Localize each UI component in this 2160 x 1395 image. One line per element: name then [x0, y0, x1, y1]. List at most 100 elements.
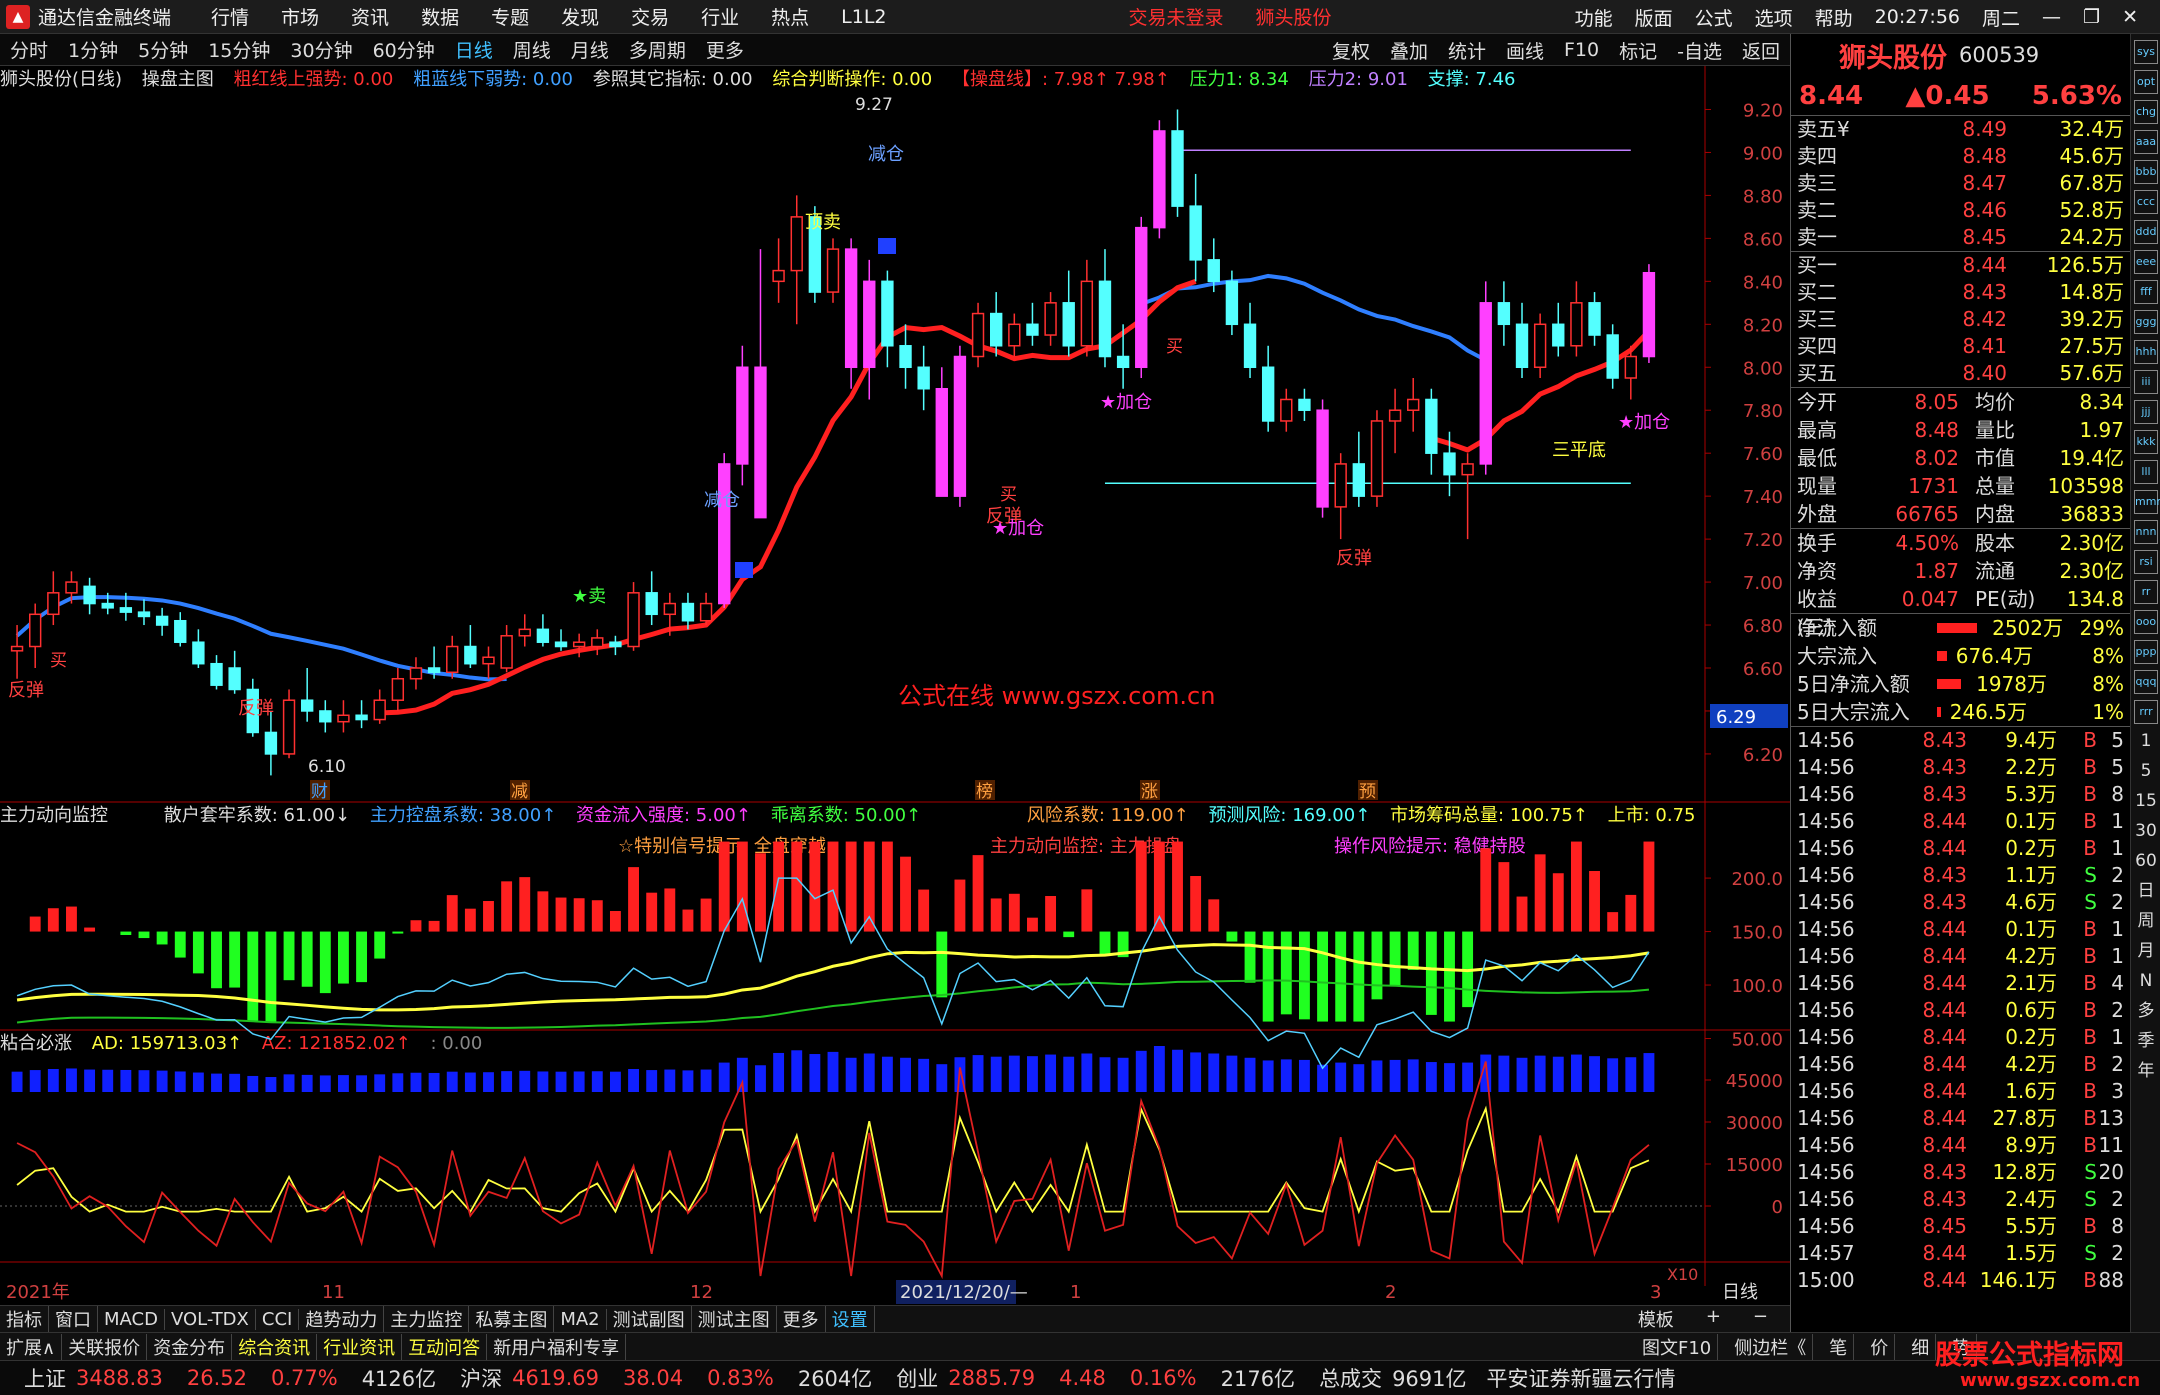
tool-6[interactable]: -自选: [1677, 37, 1722, 64]
tool-5[interactable]: 标记: [1619, 37, 1657, 64]
tool-2[interactable]: 统计: [1448, 37, 1486, 64]
side-icon-26[interactable]: 30: [2134, 820, 2158, 844]
bid-row[interactable]: 买二 8.43 14.8万: [1791, 279, 2130, 306]
candle[interactable]: [1026, 302, 1039, 346]
candle[interactable]: [591, 629, 604, 656]
candle[interactable]: [699, 592, 713, 626]
candle[interactable]: [1642, 264, 1656, 363]
tab2-6[interactable]: 新用户福利专享: [487, 1333, 627, 1360]
candle[interactable]: [1135, 216, 1148, 378]
tick-row[interactable]: 14:56 8.44 1.6万 B 3: [1791, 1078, 2130, 1105]
menu-item-8[interactable]: 热点: [771, 3, 809, 30]
tick-row[interactable]: 14:56 8.44 8.9万 B 11: [1791, 1132, 2130, 1159]
bid-row[interactable]: 买五 8.40 57.6万: [1791, 360, 2130, 387]
candle[interactable]: [518, 614, 531, 647]
tick-row[interactable]: 14:56 8.44 27.8万 B 13: [1791, 1105, 2130, 1132]
tick-row[interactable]: 14:56 8.43 2.2万 B 5: [1791, 754, 2130, 781]
tool-0[interactable]: 复权: [1332, 37, 1370, 64]
ask-row[interactable]: 卖二 8.46 52.8万: [1791, 197, 2130, 224]
candle[interactable]: [192, 629, 205, 668]
tick-row[interactable]: 14:56 8.43 9.4万 B 5: [1791, 727, 2130, 754]
candle[interactable]: [772, 238, 785, 303]
timeframe-10[interactable]: 更多: [706, 36, 744, 63]
right-menu-1[interactable]: 版面: [1635, 4, 1673, 31]
side-icon-22[interactable]: rrr: [2134, 700, 2158, 724]
timeframe-9[interactable]: 多周期: [629, 36, 686, 63]
candle[interactable]: [83, 577, 96, 615]
candle[interactable]: [754, 249, 767, 519]
candle[interactable]: [554, 629, 568, 651]
tab1-6[interactable]: 主力监控: [384, 1306, 470, 1332]
candle[interactable]: [1243, 302, 1257, 378]
tick-row[interactable]: 14:57 8.44 1.5万 S 2: [1791, 1240, 2130, 1267]
tab1-right-1[interactable]: +: [1700, 1306, 1727, 1332]
candle[interactable]: [1533, 313, 1547, 378]
candle[interactable]: [1280, 388, 1293, 432]
candle[interactable]: [627, 582, 640, 651]
side-icon-9[interactable]: ggg: [2134, 310, 2158, 334]
candle[interactable]: [536, 614, 550, 647]
candle[interactable]: [1370, 410, 1384, 507]
tick-row[interactable]: 14:56 8.44 4.2万 B 2: [1791, 1051, 2130, 1078]
candle[interactable]: [1461, 453, 1474, 540]
index-name[interactable]: 上证: [24, 1363, 66, 1393]
tool-1[interactable]: 叠加: [1390, 37, 1428, 64]
candle[interactable]: [1298, 388, 1311, 421]
candle[interactable]: [264, 710, 278, 776]
side-icon-30[interactable]: 月: [2134, 940, 2158, 964]
side-icon-19[interactable]: ooo: [2134, 610, 2158, 634]
candle[interactable]: [989, 292, 1003, 357]
tick-row[interactable]: 14:56 8.43 5.3万 B 8: [1791, 781, 2130, 808]
restore-icon[interactable]: ❐: [2083, 6, 2100, 28]
candle[interactable]: [971, 302, 985, 368]
tab2-0[interactable]: 扩展∧: [0, 1333, 63, 1360]
candle[interactable]: [319, 700, 332, 733]
tick-row[interactable]: 14:56 8.45 5.5万 B 8: [1791, 1213, 2130, 1240]
side-icon-6[interactable]: ddd: [2134, 220, 2158, 244]
ask-row[interactable]: 卖一 8.45 24.2万: [1791, 224, 2130, 251]
candle[interactable]: [47, 571, 60, 626]
candle[interactable]: [1316, 399, 1329, 518]
candle[interactable]: [718, 453, 731, 608]
candle[interactable]: [1479, 281, 1492, 475]
candle[interactable]: [1407, 378, 1420, 432]
side-icon-34[interactable]: 年: [2134, 1060, 2158, 1084]
tab2-3[interactable]: 综合资讯: [232, 1333, 318, 1360]
tick-list[interactable]: 14:56 8.43 9.4万 B 5 14:56 8.43 2.2万 B 5 14:56 8.43 5…: [1791, 727, 2130, 1294]
bid-row[interactable]: 买四 8.41 27.5万: [1791, 333, 2130, 360]
tab1-9[interactable]: 测试副图: [607, 1306, 692, 1332]
bid-row[interactable]: 买三 8.42 39.2万: [1791, 306, 2130, 333]
candle[interactable]: [736, 345, 749, 486]
tool-4[interactable]: F10: [1564, 39, 1599, 61]
stock-link[interactable]: 狮头股份: [1256, 3, 1332, 30]
tab1-0[interactable]: 指标: [0, 1306, 49, 1332]
side-icon-13[interactable]: kkk: [2134, 430, 2158, 454]
event-label[interactable]: 预: [1359, 782, 1376, 802]
event-label[interactable]: 涨: [1141, 782, 1158, 802]
candle[interactable]: [1008, 313, 1021, 357]
timeframe-1[interactable]: 1分钟: [68, 36, 118, 63]
side-icon-3[interactable]: aaa: [2134, 130, 2158, 154]
candle[interactable]: [572, 633, 586, 658]
menu-item-5[interactable]: 发现: [561, 3, 599, 30]
tab1-1[interactable]: 窗口: [49, 1306, 98, 1332]
candle[interactable]: [228, 650, 241, 694]
candle[interactable]: [174, 612, 187, 647]
side-icon-32[interactable]: 多: [2134, 1000, 2158, 1024]
candle[interactable]: [1552, 302, 1565, 357]
side-icon-33[interactable]: 季: [2134, 1030, 2158, 1054]
tab1-4[interactable]: CCI: [256, 1308, 300, 1330]
candle[interactable]: [300, 668, 314, 722]
timeframe-2[interactable]: 5分钟: [138, 36, 188, 63]
tick-row[interactable]: 14:56 8.43 1.1万 S 2: [1791, 862, 2130, 889]
tick-row[interactable]: 15:00 8.44 146.1万 B 88: [1791, 1267, 2130, 1294]
candle[interactable]: [935, 367, 948, 497]
side-icon-23[interactable]: 1: [2134, 730, 2158, 754]
candle[interactable]: [1080, 259, 1094, 357]
tick-row[interactable]: 14:56 8.44 0.2万 B 1: [1791, 835, 2130, 862]
side-icon-24[interactable]: 5: [2134, 760, 2158, 784]
candle[interactable]: [826, 238, 840, 303]
event-label[interactable]: 财: [311, 782, 328, 802]
tick-row[interactable]: 14:56 8.44 0.1万 B 1: [1791, 808, 2130, 835]
timeframe-5[interactable]: 60分钟: [373, 36, 435, 63]
